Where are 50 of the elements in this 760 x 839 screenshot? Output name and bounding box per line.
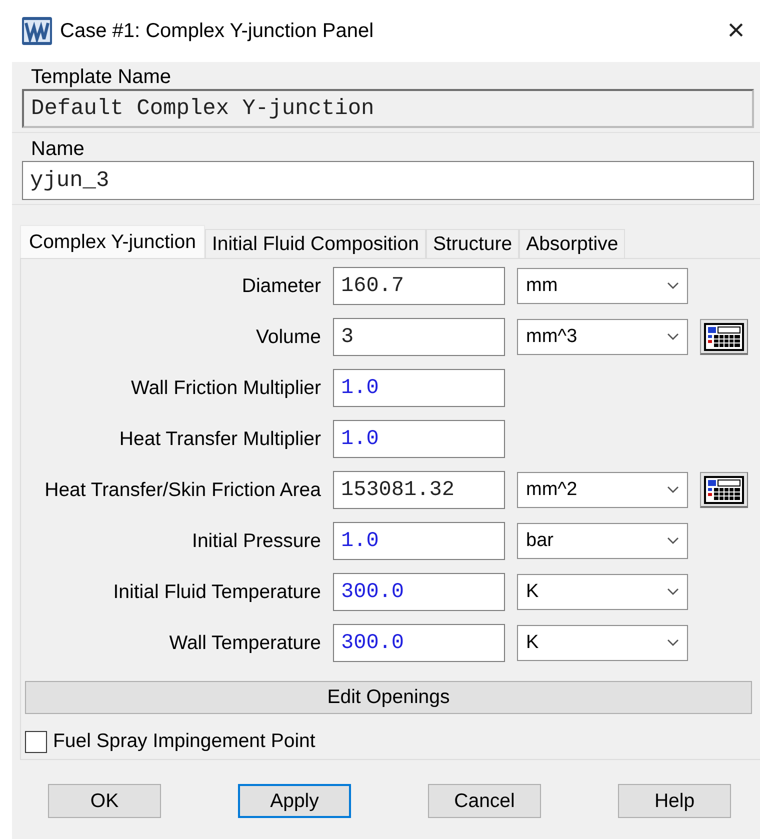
- group-label: Name: [30, 137, 84, 161]
- input-field[interactable]: 160.7: [333, 267, 505, 305]
- field-label: Heat Transfer Multiplier: [118, 428, 321, 450]
- input-field[interactable]: 1.0: [333, 522, 505, 560]
- unit-dropdown[interactable]: mm^3: [517, 319, 688, 355]
- chevron-icon: [667, 537, 679, 545]
- edit-openings-button[interactable]: Edit Openings: [25, 681, 752, 714]
- window-title: Case #1: Complex Y-junction Panel: [60, 20, 375, 42]
- unit-dropdown[interactable]: bar: [517, 523, 688, 559]
- field-label: Diameter: [240, 274, 321, 298]
- dialog-button[interactable]: Apply: [238, 784, 351, 818]
- input-field[interactable]: 1.0: [333, 420, 505, 458]
- tab[interactable]: Initial Fluid Composition: [204, 229, 426, 258]
- chevron-icon: [667, 486, 679, 494]
- tab[interactable]: Structure: [426, 229, 520, 258]
- tab[interactable]: Complex Y-junction: [20, 225, 205, 258]
- app-icon: [22, 17, 52, 45]
- chevron-icon: [667, 588, 679, 596]
- close-button[interactable]: ×: [722, 16, 750, 46]
- calculator-button[interactable]: [700, 472, 748, 508]
- field-label: Volume: [254, 326, 321, 348]
- unit-dropdown[interactable]: mm: [517, 268, 688, 304]
- unit-dropdown[interactable]: mm^2: [517, 472, 688, 508]
- unit-dropdown[interactable]: K: [517, 625, 688, 661]
- chevron-icon: [667, 639, 679, 647]
- chevron-icon: [667, 282, 679, 290]
- tab[interactable]: Absorptive: [519, 229, 626, 258]
- input-field[interactable]: yjun_3: [22, 161, 754, 200]
- input-field[interactable]: 300.0: [333, 573, 505, 611]
- unit-dropdown[interactable]: K: [517, 574, 688, 610]
- calculator-button[interactable]: [700, 319, 748, 355]
- dialog-button[interactable]: Cancel: [428, 784, 541, 818]
- dialog-button[interactable]: Help: [618, 784, 731, 818]
- read-only-field: Default Complex Y-junction: [22, 89, 754, 128]
- field-label: Wall Friction Multiplier: [130, 376, 321, 400]
- dialog-button[interactable]: OK: [48, 784, 161, 818]
- field-label: Wall Temperature: [168, 632, 321, 654]
- input-field[interactable]: 3: [333, 318, 505, 356]
- checkbox[interactable]: [25, 730, 47, 752]
- calculator-icon: [704, 322, 744, 350]
- input-field[interactable]: 300.0: [333, 624, 505, 662]
- group-label: Template Name: [30, 65, 172, 89]
- field-label: Heat Transfer/Skin Friction Area: [44, 478, 321, 502]
- chevron-icon: [667, 333, 679, 341]
- checkbox-label: Fuel Spray Impingement Point: [53, 730, 316, 753]
- input-field[interactable]: 1.0: [333, 369, 505, 407]
- calculator-icon: [704, 476, 744, 504]
- field-label: Initial Fluid Temperature: [112, 580, 321, 604]
- input-field[interactable]: 153081.32: [333, 471, 505, 509]
- field-label: Initial Pressure: [191, 530, 321, 552]
